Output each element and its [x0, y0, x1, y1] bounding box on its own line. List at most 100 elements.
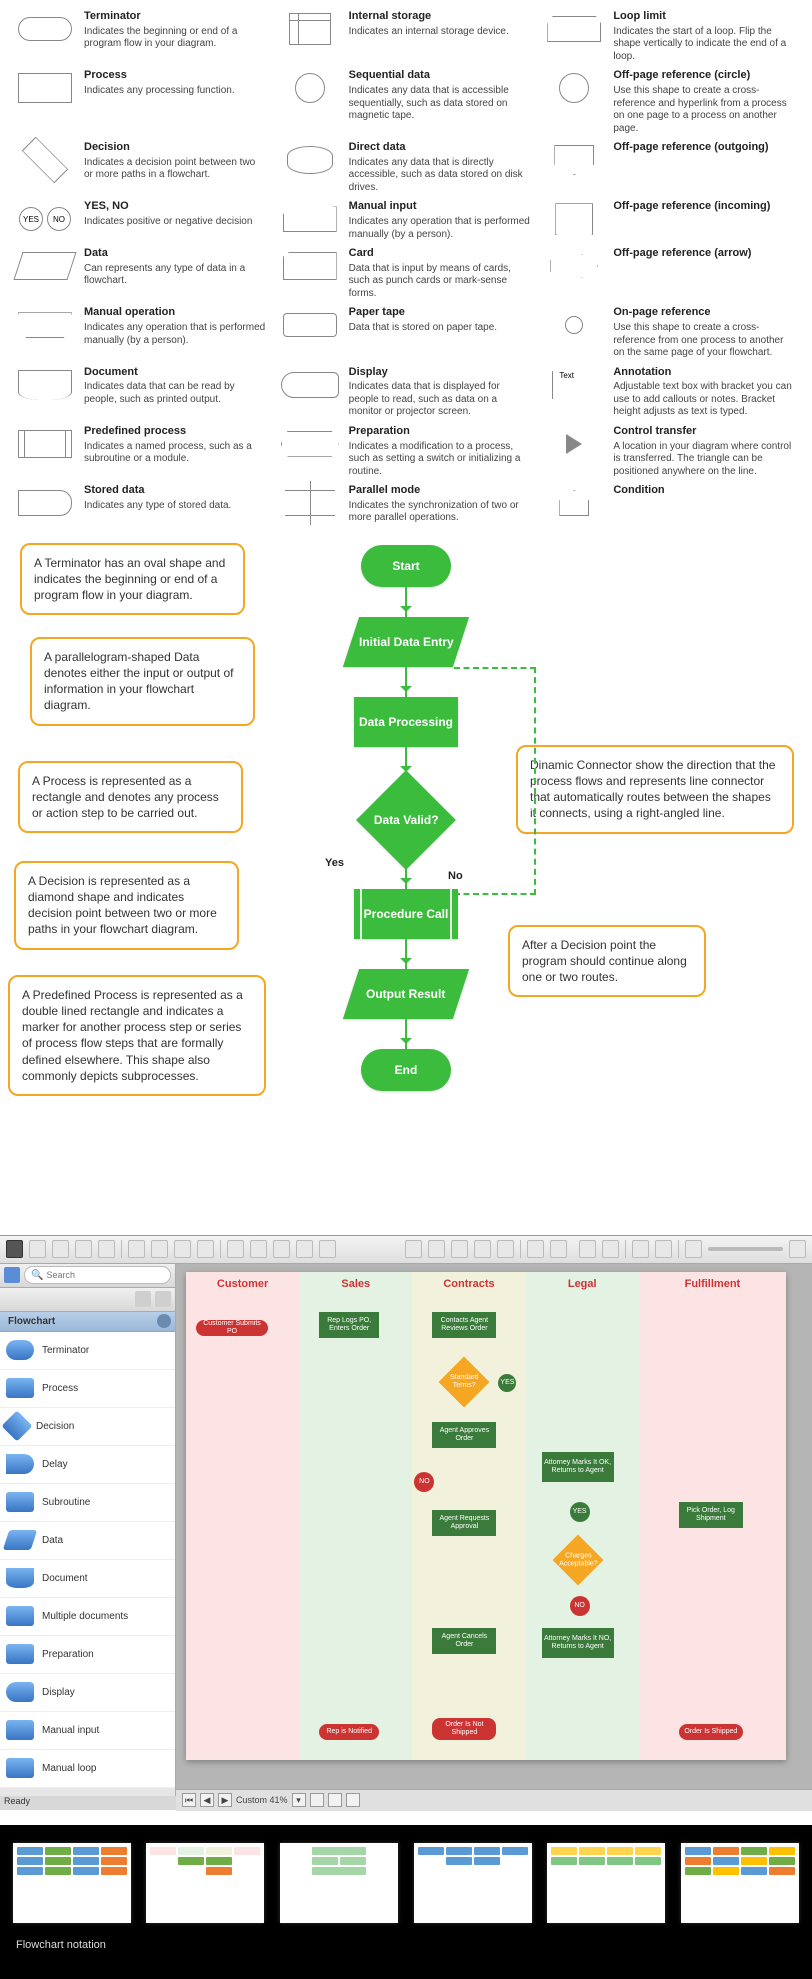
- n-yes-2[interactable]: YES: [570, 1502, 590, 1522]
- thumb-5[interactable]: [547, 1843, 665, 1923]
- view-2-icon[interactable]: [328, 1793, 342, 1807]
- view-3-icon[interactable]: [346, 1793, 360, 1807]
- tool-8[interactable]: [174, 1240, 191, 1258]
- thumb-1[interactable]: [13, 1843, 131, 1923]
- node-end: End: [361, 1049, 451, 1091]
- search-input[interactable]: [46, 1270, 164, 1280]
- n-not-shipped[interactable]: Order Is Not Shipped: [432, 1718, 496, 1740]
- annotated-flowchart: A Terminator has an oval shape and indic…: [0, 535, 812, 1235]
- n-no-2[interactable]: NO: [570, 1596, 590, 1616]
- align-1[interactable]: [527, 1240, 544, 1258]
- legend-stored-data: Stored dataIndicates any type of stored …: [16, 484, 267, 525]
- n-approves[interactable]: Agent Approves Order: [432, 1422, 496, 1448]
- n-contacts-agent[interactable]: Contacts Agent Reviews Order: [432, 1312, 496, 1338]
- tool-3[interactable]: [52, 1240, 69, 1258]
- legend-paper-tape: Paper tapeData that is stored on paper t…: [281, 306, 532, 359]
- sb-document[interactable]: Document: [0, 1560, 175, 1598]
- sb-subroutine[interactable]: Subroutine: [0, 1484, 175, 1522]
- sb-manual-input[interactable]: Manual input: [0, 1712, 175, 1750]
- lane-sales: Sales: [299, 1272, 412, 1296]
- sb-delay[interactable]: Delay: [0, 1446, 175, 1484]
- print-icon[interactable]: [632, 1240, 649, 1258]
- panel-icon[interactable]: [4, 1267, 20, 1283]
- legend-manual-operation: Manual operationIndicates any operation …: [16, 306, 267, 359]
- shape-panel: 🔍 Flowchart Terminator Process Decision …: [0, 1264, 176, 1796]
- legend-parallel-mode: Parallel modeIndicates the synchronizati…: [281, 484, 532, 525]
- n-marks-ok[interactable]: Attorney Marks It OK, Returns to Agent: [542, 1452, 614, 1482]
- callout-after-decision: After a Decision point the program shoul…: [508, 925, 706, 998]
- panel-header[interactable]: Flowchart: [0, 1312, 175, 1332]
- sb-terminator[interactable]: Terminator: [0, 1332, 175, 1370]
- node-processing: Data Processing: [354, 697, 458, 747]
- zoom-in-2-icon[interactable]: [789, 1240, 806, 1258]
- callout-process: A Process is represented as a rectangle …: [18, 761, 243, 834]
- legend-predefined-process: Predefined processIndicates a named proc…: [16, 425, 267, 478]
- tool-11[interactable]: [250, 1240, 267, 1258]
- zoom-slider[interactable]: [708, 1247, 783, 1251]
- pointer-tool[interactable]: [6, 1240, 23, 1258]
- page-next-icon[interactable]: ▶: [218, 1793, 232, 1807]
- grid-view-icon[interactable]: [135, 1291, 151, 1307]
- sb-preparation[interactable]: Preparation: [0, 1636, 175, 1674]
- sb-multidoc[interactable]: Multiple documents: [0, 1598, 175, 1636]
- thumb-2[interactable]: [146, 1843, 264, 1923]
- list-view-icon[interactable]: [155, 1291, 171, 1307]
- tool-4[interactable]: [75, 1240, 92, 1258]
- align-2[interactable]: [550, 1240, 567, 1258]
- zoom-dropdown-icon[interactable]: ▾: [292, 1793, 306, 1807]
- page-prev-icon[interactable]: ◀: [200, 1793, 214, 1807]
- zoom-in-icon[interactable]: [579, 1240, 596, 1258]
- sb-decision[interactable]: Decision: [0, 1408, 175, 1446]
- thumb-3[interactable]: [280, 1843, 398, 1923]
- tool-14[interactable]: [319, 1240, 336, 1258]
- thumb-6[interactable]: [681, 1843, 799, 1923]
- settings-icon[interactable]: [655, 1240, 672, 1258]
- n-no-1[interactable]: NO: [414, 1472, 434, 1492]
- legend-control-transfer: Control transferA location in your diagr…: [545, 425, 796, 478]
- connector-5[interactable]: [497, 1240, 514, 1258]
- tool-6[interactable]: [128, 1240, 145, 1258]
- legend-onpage-reference: On-page referenceUse this shape to creat…: [545, 306, 796, 359]
- tool-5[interactable]: [98, 1240, 115, 1258]
- tool-10[interactable]: [227, 1240, 244, 1258]
- n-rep-notified[interactable]: Rep is Notified: [319, 1724, 379, 1740]
- search-box[interactable]: 🔍: [24, 1266, 171, 1284]
- loop-connector: [454, 667, 536, 895]
- sb-process[interactable]: Process: [0, 1370, 175, 1408]
- zoom-out-icon[interactable]: [685, 1240, 702, 1258]
- n-standard-terms[interactable]: Standard Terms?: [439, 1356, 490, 1407]
- n-shipped[interactable]: Order Is Shipped: [679, 1724, 743, 1740]
- n-customer-submits[interactable]: Customer Submits PO: [196, 1320, 268, 1336]
- n-yes-1[interactable]: YES: [498, 1374, 516, 1392]
- thumbnail-gallery: Flowchart notation: [0, 1825, 812, 1979]
- sb-display[interactable]: Display: [0, 1674, 175, 1712]
- page[interactable]: Customer Customer Submits PO Sales Rep L…: [186, 1272, 786, 1760]
- tool-13[interactable]: [296, 1240, 313, 1258]
- thumb-4[interactable]: [414, 1843, 532, 1923]
- legend-offpage-circle: Off-page reference (circle)Use this shap…: [545, 69, 796, 135]
- page-first-icon[interactable]: ⏮: [182, 1793, 196, 1807]
- n-charges[interactable]: Charges Acceptable?: [552, 1534, 603, 1585]
- connector-3[interactable]: [451, 1240, 468, 1258]
- connector-2[interactable]: [428, 1240, 445, 1258]
- tool-12[interactable]: [273, 1240, 290, 1258]
- callout-terminator: A Terminator has an oval shape and indic…: [20, 543, 245, 616]
- sb-data[interactable]: Data: [0, 1522, 175, 1560]
- n-cancels[interactable]: Agent Cancels Order: [432, 1628, 496, 1654]
- connector-1[interactable]: [405, 1240, 422, 1258]
- n-requests[interactable]: Agent Requests Approval: [432, 1510, 496, 1536]
- n-marks-no[interactable]: Attorney Marks It NO, Returns to Agent: [542, 1628, 614, 1658]
- node-procedure-call: Procedure Call: [354, 889, 458, 939]
- n-rep-logs[interactable]: Rep Logs PO, Enters Order: [319, 1312, 379, 1338]
- legend-data: DataCan represents any type of data in a…: [16, 247, 267, 300]
- canvas-area[interactable]: Customer Customer Submits PO Sales Rep L…: [176, 1264, 812, 1796]
- tool-7[interactable]: [151, 1240, 168, 1258]
- view-1-icon[interactable]: [310, 1793, 324, 1807]
- tool-9[interactable]: [197, 1240, 214, 1258]
- n-pick-order[interactable]: Pick Order, Log Shipment: [679, 1502, 743, 1528]
- legend-document: DocumentIndicates data that can be read …: [16, 366, 267, 419]
- connector-4[interactable]: [474, 1240, 491, 1258]
- sb-manual-loop[interactable]: Manual loop: [0, 1750, 175, 1788]
- zoom-tool[interactable]: [602, 1240, 619, 1258]
- tool-2[interactable]: [29, 1240, 46, 1258]
